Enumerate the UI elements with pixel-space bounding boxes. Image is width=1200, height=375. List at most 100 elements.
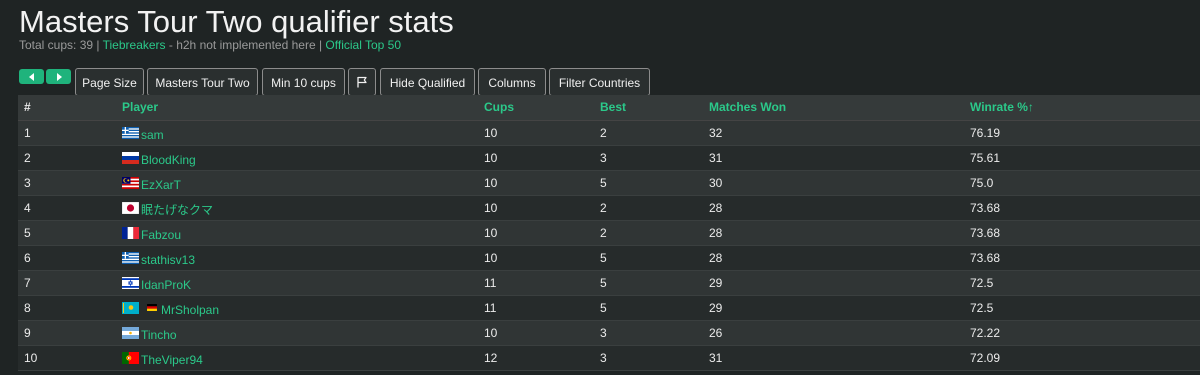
player-cell: MrSholpan [122, 295, 484, 321]
header-best[interactable]: Best [600, 95, 709, 121]
player-cell: Tincho [122, 320, 484, 346]
cups-cell: 10 [484, 220, 600, 246]
winrate-cell: 72.5 [970, 295, 1200, 321]
arrow-left-icon [28, 72, 34, 81]
cups-cell: 12 [484, 345, 600, 371]
matches-won-cell: 32 [709, 120, 970, 146]
best-cell: 3 [600, 145, 709, 171]
japan-flag-icon [122, 201, 139, 214]
player-name-link[interactable]: IdanProK [141, 278, 191, 292]
official-top50-link[interactable]: Official Top 50 [325, 38, 401, 52]
subtitle-total-cups: Total cups: 39 | [19, 38, 103, 52]
greece-flag-icon [122, 126, 139, 139]
malaysia-flag-icon [122, 176, 139, 189]
table-row: 9 Tincho 10 3 26 72.22 [18, 320, 1200, 346]
winrate-cell: 75.61 [970, 145, 1200, 171]
table-row: 2 BloodKing 10 3 31 75.61 [18, 145, 1200, 171]
flag-icon [357, 76, 367, 88]
header-winrate[interactable]: Winrate %↑ [970, 95, 1200, 121]
page-title: Masters Tour Two qualifier stats [19, 4, 454, 39]
table-row: 6 stathisv13 10 5 28 73.68 [18, 245, 1200, 271]
matches-won-cell: 29 [709, 270, 970, 296]
winrate-cell: 73.68 [970, 195, 1200, 221]
table-row: 10 TheViper94 12 3 31 72.09 [18, 345, 1200, 371]
table-row: 4 眠たげなクマ 10 2 28 73.68 [18, 195, 1200, 221]
israel-flag-icon [122, 276, 139, 289]
winrate-cell: 72.22 [970, 320, 1200, 346]
header-matches-won[interactable]: Matches Won [709, 95, 970, 121]
best-cell: 5 [600, 245, 709, 271]
flag-filter-button[interactable] [348, 68, 376, 96]
matches-won-cell: 31 [709, 345, 970, 371]
filter-countries-button[interactable]: Filter Countries [549, 68, 650, 96]
table-row: 7 IdanProK 11 5 29 72.5 [18, 270, 1200, 296]
matches-won-cell: 31 [709, 145, 970, 171]
cups-cell: 10 [484, 145, 600, 171]
player-name-link[interactable]: MrSholpan [161, 303, 219, 317]
cups-cell: 10 [484, 120, 600, 146]
best-cell: 3 [600, 320, 709, 346]
winrate-cell: 76.19 [970, 120, 1200, 146]
rank-cell: 6 [18, 245, 122, 271]
player-name-link[interactable]: EzXarT [141, 178, 181, 192]
table-row: 3 EzXarT 10 5 30 75.0 [18, 170, 1200, 196]
argentina-flag-icon [122, 326, 139, 339]
page-subtitle: Total cups: 39 | Tiebreakers - h2h not i… [19, 38, 401, 52]
table-row: 8 MrSholpan 11 5 29 72.5 [18, 295, 1200, 321]
matches-won-cell: 26 [709, 320, 970, 346]
rank-cell: 9 [18, 320, 122, 346]
winrate-cell: 75.0 [970, 170, 1200, 196]
player-name-link[interactable]: 眠たげなクマ [141, 201, 213, 218]
next-page-button[interactable] [46, 69, 71, 84]
tour-select-button[interactable]: Masters Tour Two [147, 68, 258, 96]
germany-flag-icon [147, 304, 157, 311]
table-row: 5 Fabzou 10 2 28 73.68 [18, 220, 1200, 246]
stats-table: # Player Cups Best Matches Won Winrate %… [18, 95, 1200, 371]
player-cell: TheViper94 [122, 345, 484, 371]
rank-cell: 3 [18, 170, 122, 196]
player-cell: sam [122, 120, 484, 146]
best-cell: 2 [600, 220, 709, 246]
player-cell: stathisv13 [122, 245, 484, 271]
header-player[interactable]: Player [122, 95, 484, 121]
player-name-link[interactable]: sam [141, 128, 164, 142]
player-name-link[interactable]: TheViper94 [141, 353, 203, 367]
player-cell: IdanProK [122, 270, 484, 296]
player-name-link[interactable]: stathisv13 [141, 253, 195, 267]
table-header-row: # Player Cups Best Matches Won Winrate %… [18, 95, 1200, 121]
matches-won-cell: 28 [709, 220, 970, 246]
page-size-button[interactable]: Page Size [75, 68, 144, 96]
player-name-link[interactable]: BloodKing [141, 153, 196, 167]
player-cell: 眠たげなクマ [122, 195, 484, 221]
russia-flag-icon [122, 151, 139, 164]
rank-cell: 4 [18, 195, 122, 221]
best-cell: 5 [600, 170, 709, 196]
france-flag-icon [122, 226, 139, 239]
player-cell: EzXarT [122, 170, 484, 196]
columns-button[interactable]: Columns [478, 68, 546, 96]
prev-page-button[interactable] [19, 69, 44, 84]
header-rank[interactable]: # [18, 95, 122, 121]
header-cups[interactable]: Cups [484, 95, 600, 121]
matches-won-cell: 29 [709, 295, 970, 321]
rank-cell: 8 [18, 295, 122, 321]
cups-cell: 11 [484, 270, 600, 296]
player-name-link[interactable]: Fabzou [141, 228, 181, 242]
cups-cell: 10 [484, 320, 600, 346]
subtitle-h2h-note: - h2h not implemented here | [165, 38, 326, 52]
table-row: 1 sam 10 2 32 76.19 [18, 120, 1200, 146]
rank-cell: 10 [18, 345, 122, 371]
matches-won-cell: 28 [709, 245, 970, 271]
tiebreakers-link[interactable]: Tiebreakers [103, 38, 166, 52]
rank-cell: 2 [18, 145, 122, 171]
best-cell: 5 [600, 270, 709, 296]
arrow-right-icon [56, 72, 62, 81]
best-cell: 2 [600, 195, 709, 221]
rank-cell: 1 [18, 120, 122, 146]
player-name-link[interactable]: Tincho [141, 328, 177, 342]
hide-qualified-button[interactable]: Hide Qualified [380, 68, 475, 96]
min-cups-button[interactable]: Min 10 cups [262, 68, 345, 96]
best-cell: 3 [600, 345, 709, 371]
rank-cell: 7 [18, 270, 122, 296]
cups-cell: 10 [484, 195, 600, 221]
